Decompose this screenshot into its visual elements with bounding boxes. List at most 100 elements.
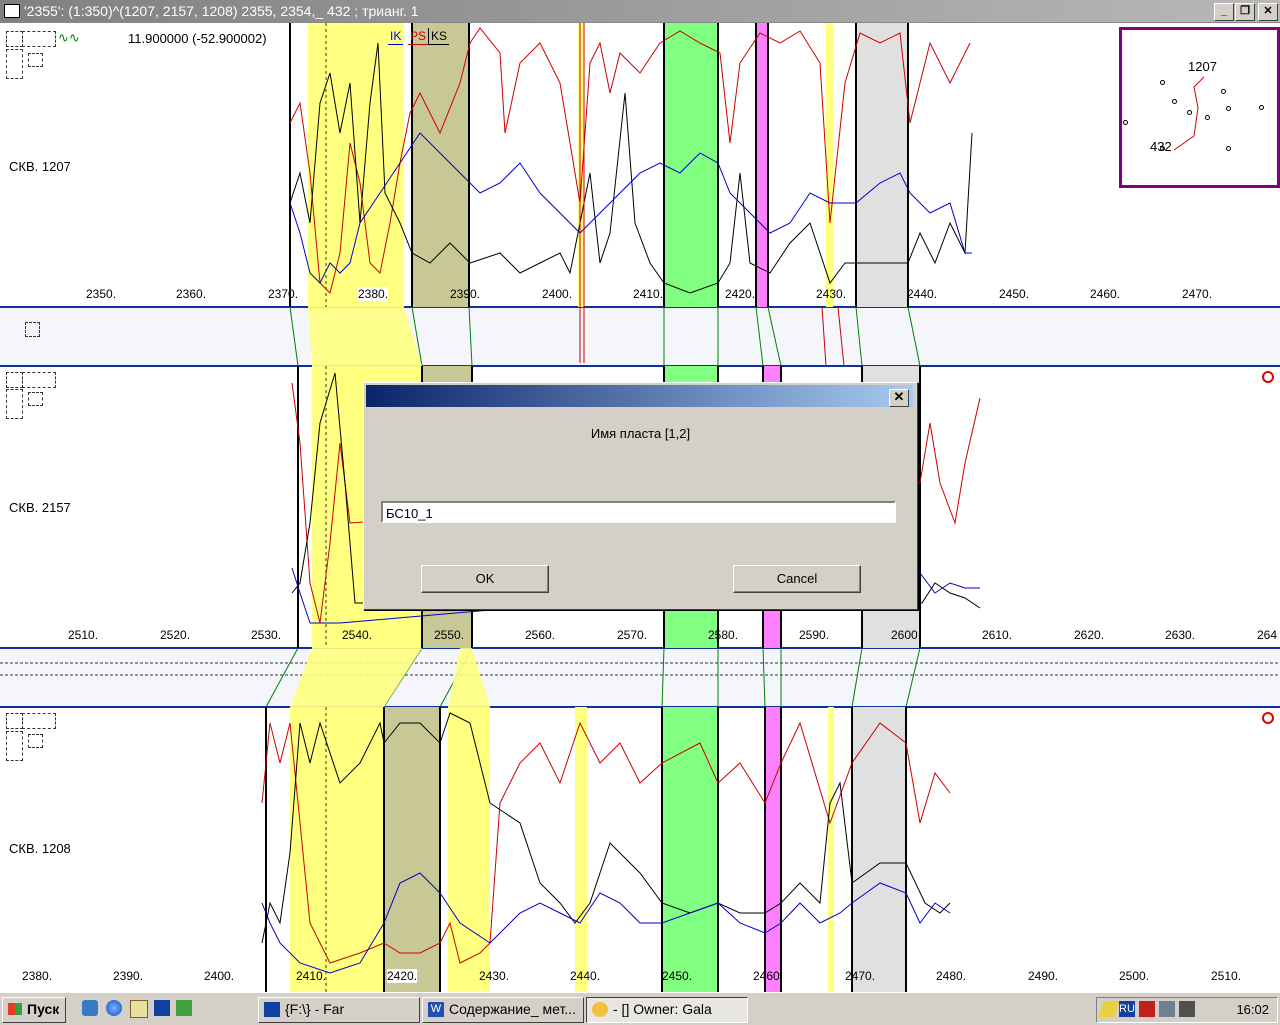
legend-ik[interactable]: IK bbox=[388, 28, 404, 45]
depth-tick: 2440. bbox=[907, 287, 938, 301]
panel-1-layers bbox=[289, 23, 973, 307]
minimize-button[interactable]: _ bbox=[1214, 3, 1234, 21]
ok-button[interactable]: OK bbox=[421, 565, 549, 593]
depth-tick: 2450. bbox=[662, 969, 693, 983]
panel-tool-box[interactable] bbox=[6, 713, 23, 729]
desktop-icon[interactable] bbox=[82, 1000, 98, 1016]
separator-band-2 bbox=[0, 648, 1280, 707]
well-label-2157: СКВ. 2157 bbox=[9, 500, 71, 515]
language-indicator[interactable]: RU bbox=[1119, 1001, 1135, 1017]
far-icon[interactable] bbox=[154, 1000, 170, 1016]
depth-tick: 2350. bbox=[86, 287, 117, 301]
legend-ks[interactable]: KS bbox=[428, 28, 450, 45]
network-icon[interactable] bbox=[1159, 1001, 1175, 1017]
device-icon[interactable] bbox=[1179, 1001, 1195, 1017]
depth-tick: 2560. bbox=[525, 628, 556, 642]
browser-icon[interactable] bbox=[106, 1000, 122, 1016]
depth-tick: 2430. bbox=[479, 969, 510, 983]
panel-tool-box[interactable] bbox=[22, 713, 56, 729]
clock[interactable]: 16:02 bbox=[1236, 1002, 1269, 1017]
panel-tool-box[interactable] bbox=[28, 734, 43, 748]
depth-tick: 2610. bbox=[982, 628, 1013, 642]
depth-tick: 2400. bbox=[542, 287, 573, 301]
panel-tool-box[interactable] bbox=[28, 392, 43, 406]
depth-tick: 2510. bbox=[1211, 969, 1242, 983]
depth-tick: 2380. bbox=[358, 287, 389, 301]
depth-tick: 2470. bbox=[845, 969, 876, 983]
panel-tool-box[interactable] bbox=[6, 731, 23, 761]
curve-icon[interactable]: ∿∿ bbox=[58, 30, 86, 46]
depth-tick: 2540. bbox=[342, 628, 373, 642]
well-location-minimap[interactable]: 1207 432 bbox=[1119, 27, 1280, 188]
depth-tick: 264 bbox=[1257, 628, 1278, 642]
depth-tick: 2460. bbox=[1090, 287, 1121, 301]
depth-tick: 2510. bbox=[68, 628, 99, 642]
depth-tick: 2600. bbox=[891, 628, 922, 642]
depth-tick: 2480. bbox=[936, 969, 967, 983]
depth-tick: 2390. bbox=[113, 969, 144, 983]
depth-tick: 2570. bbox=[617, 628, 648, 642]
panel-tool-box[interactable] bbox=[6, 49, 23, 79]
window-title: '2355': (1:350)^(1207, 2157, 1208) 2355,… bbox=[24, 3, 419, 19]
well-label-1207: СКВ. 1207 bbox=[9, 159, 71, 174]
depth-tick: 2450. bbox=[999, 287, 1030, 301]
task-word[interactable]: W Содержание_ мет... bbox=[422, 997, 584, 1023]
gala-icon bbox=[592, 1002, 608, 1017]
close-button[interactable]: ✕ bbox=[1258, 3, 1278, 21]
start-button[interactable]: Пуск bbox=[2, 997, 66, 1023]
layer-name-input[interactable]: БС10_1 bbox=[381, 501, 896, 523]
depth-tick: 2420. bbox=[725, 287, 756, 301]
task-gala[interactable]: - [] Owner: Gala bbox=[586, 997, 748, 1023]
depth-tick: 2440. bbox=[570, 969, 601, 983]
explorer-icon[interactable] bbox=[130, 1000, 148, 1018]
task-label: {F:\} - Far bbox=[285, 1001, 345, 1017]
antivirus-icon[interactable] bbox=[1139, 1001, 1155, 1017]
depth-tick: 2430. bbox=[816, 287, 847, 301]
depth-tick: 2590. bbox=[799, 628, 830, 642]
task-label: - [] Owner: Gala bbox=[613, 1001, 712, 1017]
depth-tick: 2580. bbox=[708, 628, 739, 642]
pen-icon[interactable] bbox=[1098, 1001, 1120, 1017]
depth-tick: 2620. bbox=[1074, 628, 1105, 642]
depth-tick: 2370. bbox=[268, 287, 299, 301]
depth-tick: 2490. bbox=[1028, 969, 1059, 983]
panel-tool-box[interactable] bbox=[28, 53, 43, 67]
depth-tick: 2460. bbox=[753, 969, 784, 983]
word-icon: W bbox=[428, 1002, 444, 1017]
window-title-bar[interactable]: '2355': (1:350)^(1207, 2157, 1208) 2355,… bbox=[0, 0, 1280, 23]
system-tray: RU 16:02 bbox=[1096, 997, 1278, 1023]
depth-tick: 2390. bbox=[450, 287, 481, 301]
app-icon[interactable] bbox=[4, 4, 20, 18]
depth-tick: 2500. bbox=[1119, 969, 1150, 983]
dialog-prompt: Имя пласта [1,2] bbox=[590, 426, 691, 441]
far-icon bbox=[264, 1002, 280, 1017]
app-icon[interactable] bbox=[176, 1000, 192, 1016]
depth-tick: 2520. bbox=[160, 628, 191, 642]
separator-band-1 bbox=[0, 307, 1280, 366]
panel-tool-box[interactable] bbox=[22, 31, 56, 47]
depth-tick: 2360. bbox=[176, 287, 207, 301]
panel-marker-icon[interactable] bbox=[1262, 712, 1274, 724]
windows-logo-icon bbox=[8, 1003, 22, 1015]
depth-tick: 2410. bbox=[633, 287, 664, 301]
layer-name-dialog[interactable]: ✕ Имя пласта [1,2] БС10_1 OK Cancel bbox=[363, 382, 918, 610]
task-label: Содержание_ мет... bbox=[449, 1001, 576, 1017]
start-label: Пуск bbox=[27, 1001, 60, 1017]
cancel-button[interactable]: Cancel bbox=[733, 565, 861, 593]
taskbar: Пуск {F:\} - Far W Содержание_ мет... - … bbox=[0, 992, 1280, 1025]
legend-ps[interactable]: PS bbox=[408, 28, 429, 45]
panel-tool-box[interactable] bbox=[22, 372, 56, 388]
maximize-button[interactable]: ❐ bbox=[1235, 3, 1255, 21]
panel-3-layers bbox=[261, 707, 951, 992]
panel-tool-box[interactable] bbox=[6, 372, 23, 388]
panel-tool-box[interactable] bbox=[6, 389, 23, 419]
depth-tick: 2400. bbox=[204, 969, 235, 983]
separator-tool-box[interactable] bbox=[25, 322, 40, 337]
dialog-close-button[interactable]: ✕ bbox=[889, 389, 909, 407]
dialog-title-bar[interactable]: ✕ bbox=[366, 385, 913, 407]
task-far[interactable]: {F:\} - Far bbox=[258, 997, 420, 1023]
panel-tool-box[interactable] bbox=[6, 31, 23, 47]
depth-tick: 2380. bbox=[22, 969, 53, 983]
depth-tick: 2630. bbox=[1165, 628, 1196, 642]
panel-marker-icon[interactable] bbox=[1262, 371, 1274, 383]
